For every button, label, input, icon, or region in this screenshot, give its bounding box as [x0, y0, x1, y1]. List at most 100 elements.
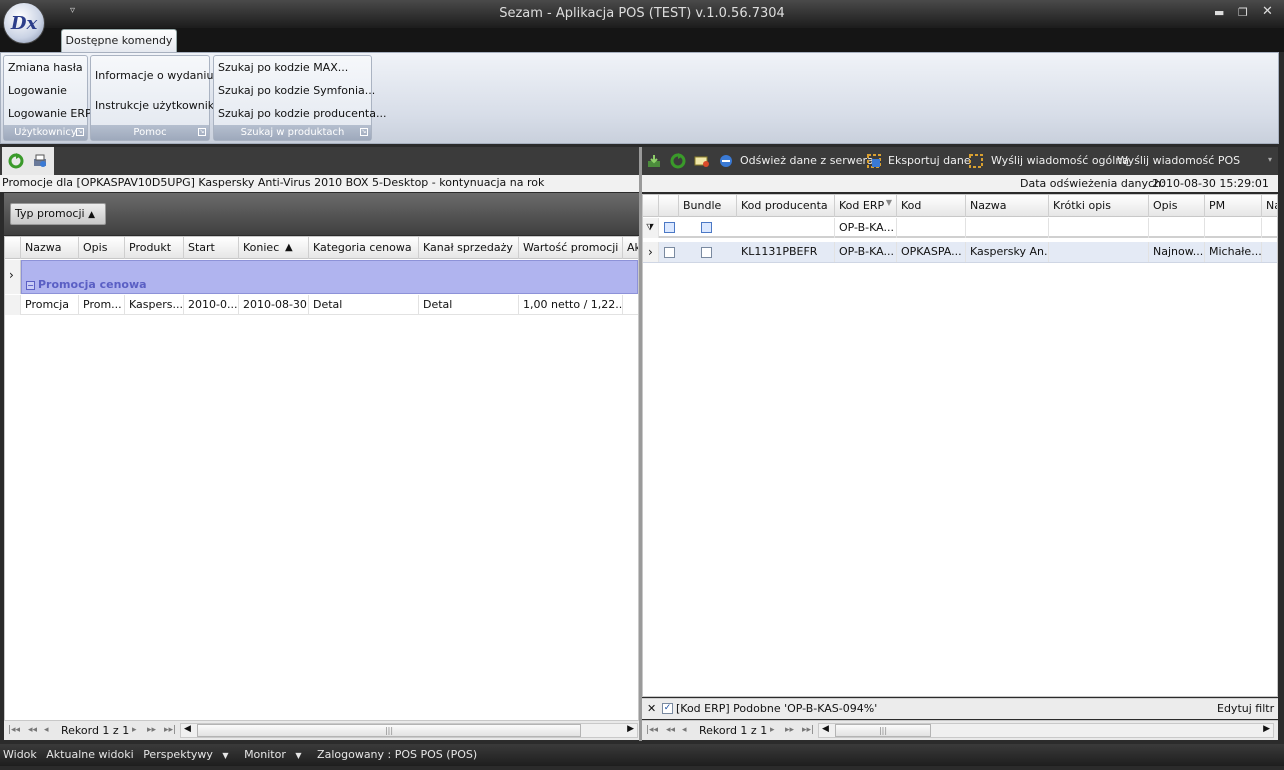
filter-cell-krotki-opis[interactable]: [1049, 218, 1149, 238]
scroll-left-icon[interactable]: ◀: [184, 724, 191, 734]
filter-cell-kod-erp[interactable]: OP-B-KA...: [835, 218, 897, 238]
toolbar-overflow-icon[interactable]: ▾: [1268, 155, 1272, 164]
first-page-icon[interactable]: |◂◂: [8, 725, 20, 735]
scroll-thumb[interactable]: |||: [197, 724, 581, 737]
scroll-thumb[interactable]: |||: [835, 724, 931, 737]
column-header-pm[interactable]: PM: [1205, 195, 1262, 217]
column-header-kategoria-cenowa[interactable]: Kategoria cenowa: [309, 237, 419, 259]
status-view-menu[interactable]: Widok: [3, 748, 37, 761]
column-header-nazwa[interactable]: Nazwa: [21, 237, 79, 259]
filter-cell-nazwa[interactable]: [966, 218, 1049, 238]
promotions-grid: Nazwa Opis Produkt Start Koniec ▲ Kategor…: [4, 236, 639, 722]
column-header-kanal-sprzedazy[interactable]: Kanał sprzedaży: [419, 237, 519, 259]
refresh-icon[interactable]: [8, 153, 24, 169]
column-header-kod[interactable]: Kod: [897, 195, 966, 217]
row-indicator-arrow[interactable]: ›: [5, 260, 21, 294]
next-page-fast-icon[interactable]: ▸▸: [785, 725, 794, 735]
prev-page-fast-icon[interactable]: ◂◂: [28, 725, 37, 735]
send-pos-message-button[interactable]: Wyślij wiadomość POS: [1117, 154, 1240, 167]
search-producer-button[interactable]: Szukaj po kodzie producenta...: [218, 107, 386, 120]
print-icon[interactable]: [32, 153, 48, 169]
quick-access-dropdown-icon[interactable]: ▿: [70, 5, 75, 16]
search-max-button[interactable]: Szukaj po kodzie MAX...: [218, 61, 348, 74]
status-logged-user: Zalogowany : POS POS (POS): [317, 748, 478, 761]
dialog-launcher-icon[interactable]: ↘: [360, 128, 368, 136]
download-icon[interactable]: [646, 153, 662, 169]
export-data-button[interactable]: Eksportuj dane: [888, 154, 971, 167]
filter-cell-kod-producenta[interactable]: [737, 218, 835, 238]
row-select-checkbox[interactable]: [664, 247, 675, 258]
refresh-server-button[interactable]: Odśwież dane z serwera: [740, 154, 874, 167]
prev-page-icon[interactable]: ◂: [682, 725, 687, 735]
cell-wartosc-promocji: 1,00 netto / 1,22...: [519, 295, 623, 315]
close-icon[interactable]: ✕: [1262, 4, 1273, 19]
column-header-nazwa[interactable]: Nazwa: [966, 195, 1049, 217]
export-icon[interactable]: [866, 153, 882, 169]
first-page-icon[interactable]: |◂◂: [646, 725, 658, 735]
column-header-start[interactable]: Start: [184, 237, 239, 259]
bundle-checkbox[interactable]: [701, 247, 712, 258]
scroll-left-icon[interactable]: ◀: [822, 724, 829, 734]
prev-page-fast-icon[interactable]: ◂◂: [666, 725, 675, 735]
search-symfonia-button[interactable]: Szukaj po kodzie Symfonia...: [218, 84, 375, 97]
column-header-opis[interactable]: Opis: [79, 237, 125, 259]
message-icon[interactable]: [694, 153, 710, 169]
left-horizontal-scrollbar[interactable]: ◀ ||| ▶: [180, 723, 638, 738]
table-row[interactable]: › KL1131PBEFR OP-B-KA... OPKASPA... Kasp…: [643, 242, 1277, 263]
column-header-krotki-opis[interactable]: Krótki opis: [1049, 195, 1149, 217]
scroll-right-icon[interactable]: ▶: [627, 724, 634, 734]
change-password-button[interactable]: Zmiana hasła: [8, 61, 83, 74]
next-page-icon[interactable]: ▸: [132, 725, 137, 735]
filter-bundle-checkbox[interactable]: [701, 222, 712, 233]
select-column-header[interactable]: [659, 195, 679, 217]
column-header-opis[interactable]: Opis: [1149, 195, 1205, 217]
filter-select-checkbox[interactable]: [664, 222, 675, 233]
right-horizontal-scrollbar[interactable]: ◀ ||| ▶: [818, 723, 1274, 738]
broadcast-icon[interactable]: [968, 153, 984, 169]
application-menu-button[interactable]: Dx: [3, 2, 45, 44]
filter-cell-opis[interactable]: [1149, 218, 1205, 238]
send-general-message-button[interactable]: Wyślij wiadomość ogólną: [991, 154, 1129, 167]
filter-enabled-checkbox[interactable]: ✓: [662, 703, 673, 714]
last-page-icon[interactable]: ▸▸|: [802, 725, 814, 735]
column-header-koniec[interactable]: Koniec ▲: [239, 237, 309, 259]
column-header-bundle[interactable]: Bundle: [679, 195, 737, 217]
prev-page-icon[interactable]: ◂: [44, 725, 49, 735]
status-perspectives-menu[interactable]: Perspektywy ▼: [143, 748, 234, 761]
dialog-launcher-icon[interactable]: ↘: [76, 128, 84, 136]
tab-available-commands[interactable]: Dostępne komendy: [61, 29, 177, 53]
column-header-kod-producenta[interactable]: Kod producenta: [737, 195, 835, 217]
login-erp-button[interactable]: Logowanie ERP: [8, 107, 92, 120]
refresh-icon[interactable]: [670, 153, 686, 169]
filter-icon[interactable]: ▼: [886, 195, 892, 214]
status-current-views-menu[interactable]: Aktualne widoki: [46, 748, 133, 761]
collapse-icon[interactable]: −: [26, 281, 35, 290]
minimize-icon[interactable]: ▬: [1214, 6, 1224, 19]
status-monitor-menu[interactable]: Monitor ▼: [244, 748, 307, 761]
dialog-launcher-icon[interactable]: ↘: [198, 128, 206, 136]
column-header-na[interactable]: Na: [1262, 195, 1277, 217]
filter-cell-kod[interactable]: [897, 218, 966, 238]
column-header-ak[interactable]: Ak: [623, 237, 638, 259]
restore-icon[interactable]: ❐: [1238, 6, 1248, 19]
clear-filter-icon[interactable]: ✕: [647, 699, 656, 719]
filter-cell-pm[interactable]: [1205, 218, 1262, 238]
user-manual-button[interactable]: Instrukcje użytkownika: [95, 99, 221, 112]
group-row-promocja-cenowa[interactable]: − Promocja cenowa: [21, 260, 638, 294]
release-info-button[interactable]: Informacje o wydaniu: [95, 69, 213, 82]
next-page-fast-icon[interactable]: ▸▸: [147, 725, 156, 735]
edit-filter-link[interactable]: Edytuj filtr: [1217, 699, 1274, 719]
group-chip-promotion-type[interactable]: Typ promocji ▲: [10, 203, 106, 225]
server-refresh-icon[interactable]: [718, 153, 734, 169]
column-header-kod-erp[interactable]: Kod ERP ▼: [835, 195, 897, 217]
group-caption: Użytkownicy: [14, 127, 77, 138]
login-button[interactable]: Logowanie: [8, 84, 67, 97]
cell-kod-producenta: KL1131PBEFR: [737, 242, 835, 262]
column-header-produkt[interactable]: Produkt: [125, 237, 184, 259]
scroll-right-icon[interactable]: ▶: [1263, 724, 1270, 734]
last-page-icon[interactable]: ▸▸|: [164, 725, 176, 735]
next-page-icon[interactable]: ▸: [770, 725, 775, 735]
table-row[interactable]: Promcja Prom... Kaspers... 2010-0... 201…: [5, 295, 638, 315]
row-indicator-header: [643, 195, 659, 217]
column-header-wartosc-promocji[interactable]: Wartość promocji: [519, 237, 623, 259]
